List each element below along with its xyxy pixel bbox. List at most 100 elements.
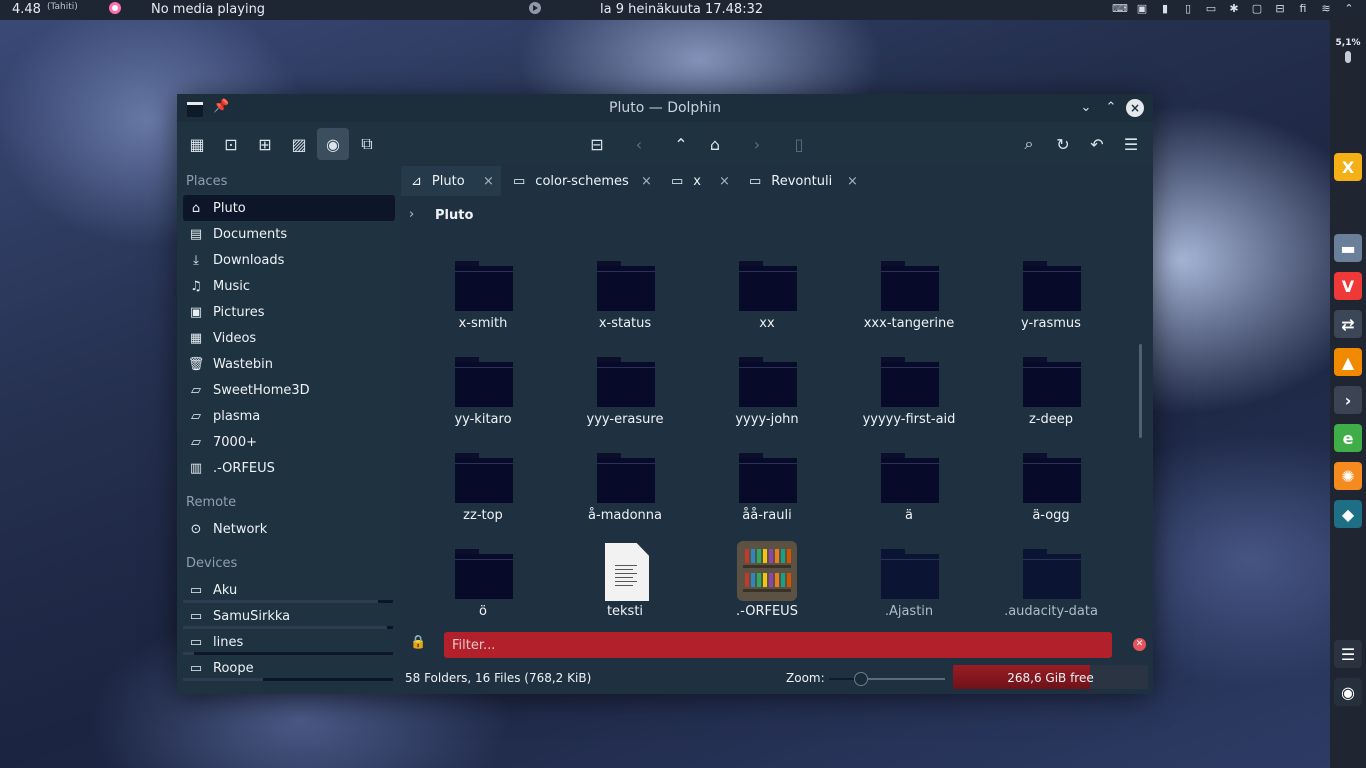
tab-close-icon[interactable]: × [847,174,858,189]
tab-4[interactable]: ▭ Revontuli × [739,166,865,196]
place-item[interactable]: ▥ .-ORFEUS [183,455,395,481]
file-item[interactable]: teksti [560,543,690,641]
free-space-bar[interactable]: 268,6 GiB free [953,665,1148,689]
breadcrumb-chevron-icon[interactable]: › [409,207,414,222]
new-window-icon[interactable]: ⊞ [249,128,281,160]
dock-dolphin-icon[interactable]: ▬ [1334,234,1362,262]
view-mode-icon[interactable]: ▦ [181,128,213,160]
dock-orange-icon[interactable]: ✺ [1334,462,1362,490]
new-tab-icon[interactable]: ⧉ [351,128,383,160]
dock-x-app-icon[interactable]: X [1334,153,1362,181]
maximize-button[interactable]: ⌃ [1102,99,1120,117]
keyboard-layout-icon[interactable]: ⌨ [1112,2,1128,15]
tab-1[interactable]: ⊿ Pluto × [401,166,501,196]
tab-close-icon[interactable]: × [719,174,730,189]
close-button[interactable]: × [1126,99,1144,117]
play-icon[interactable] [529,2,541,14]
dock-konsole-icon[interactable]: › [1334,386,1362,414]
file-item[interactable]: å-madonna [560,453,690,545]
tab-close-icon[interactable]: × [641,174,652,189]
place-item[interactable]: ⤓ Downloads [183,247,395,273]
lock-icon[interactable]: 🔒 [410,635,426,650]
image-icon[interactable]: ▨ [283,128,315,160]
place-item[interactable]: ▱ plasma [183,403,395,429]
file-item[interactable]: z-deep [986,357,1116,449]
file-item[interactable]: .-ORFEUS [702,541,832,641]
place-network[interactable]: ⊙ Network [183,516,395,542]
filter-input[interactable] [444,632,1112,658]
lock-icon[interactable]: ▢ [1250,2,1264,15]
file-item[interactable]: åå-rauli [702,453,832,545]
search-icon[interactable]: ⌕ [1013,128,1045,160]
reload-icon[interactable]: ↻ [1047,128,1079,160]
display-icon[interactable]: ▭ [1204,2,1218,15]
split-view-icon[interactable]: ⊟ [581,128,613,160]
place-item[interactable]: ⌂ Pluto [183,195,395,221]
forward-icon[interactable]: › [741,128,773,160]
titlebar[interactable]: 📌 Pluto — Dolphin ⌄ ⌃ × [177,94,1153,122]
file-item[interactable]: ä-ogg [986,453,1116,545]
file-item[interactable]: .audacity-data [986,549,1116,641]
tab-3[interactable]: ▭ x × [661,166,737,196]
dock-kde-e-icon[interactable]: e [1334,424,1362,452]
file-item[interactable]: yy-kitaro [418,357,548,449]
cpu-monitor[interactable]: 5,1% [1332,30,1364,70]
dock-clock-icon[interactable]: ◉ [1334,678,1362,706]
file-item[interactable]: xxx-tangerine [844,261,974,353]
file-item[interactable]: yyyy-john [702,357,832,449]
place-item[interactable]: ▦ Videos [183,325,395,351]
file-item[interactable]: yyy-erasure [560,357,690,449]
terminal-icon[interactable]: ⊡ [215,128,247,160]
zoom-slider[interactable] [829,672,945,686]
breadcrumb-item[interactable]: Pluto [435,208,473,223]
place-item[interactable]: ▣ Pictures [183,299,395,325]
menu-icon[interactable]: ☰ [1115,128,1147,160]
place-item[interactable]: ▱ SweetHome3D [183,377,395,403]
file-name: xxx-tangerine [863,316,955,331]
file-item[interactable]: x-status [560,261,690,353]
zoom-slider-handle[interactable] [854,672,869,686]
file-item[interactable]: zz-top [418,453,548,545]
file-item[interactable]: y-rasmus [986,261,1116,353]
dock-mixer-icon[interactable]: ⇄ [1334,310,1362,338]
folder-body [597,362,655,407]
clipboard-icon[interactable]: ▣ [1135,2,1149,15]
finnish-input-icon[interactable]: fi [1296,2,1310,15]
place-item[interactable]: ▤ Documents [183,221,395,247]
preview-eye-icon[interactable]: ◉ [317,128,349,160]
place-item[interactable]: ▱ 7000+ [183,429,395,455]
file-item[interactable]: x-smith [418,261,548,353]
wifi-icon[interactable]: ≋ [1319,2,1333,15]
dock-notes-icon[interactable]: ☰ [1334,640,1362,668]
kdeconnect-icon[interactable]: ▯ [1181,2,1195,15]
expand-tray-icon[interactable]: ⌃ [1342,2,1356,15]
file-item[interactable]: ö [418,549,548,641]
tab-close-icon[interactable]: × [483,174,494,189]
battery-icon[interactable]: ▮ [1158,2,1172,15]
back-icon[interactable]: ‹ [623,128,655,160]
scrollbar[interactable] [1139,344,1142,438]
power-icon[interactable]: ⊟ [1273,2,1287,15]
file-item[interactable]: .Ajastin [844,549,974,641]
undo-icon[interactable]: ↶ [1081,128,1113,160]
up-icon[interactable]: ⌃ [665,128,697,160]
file-item[interactable]: yyyyy-first-aid [844,357,974,449]
dock-vlc-icon[interactable]: ▲ [1334,348,1362,376]
secondary-clock[interactable]: 4.48 [12,2,41,17]
clear-filter-icon[interactable]: ✕ [1133,638,1146,651]
media-status[interactable]: No media playing [151,2,265,17]
place-item[interactable]: 🗑 Wastebin [183,351,395,377]
tab-2[interactable]: ▭ color-schemes × [503,166,659,196]
home-icon[interactable]: ⌂ [699,128,731,160]
main-clock[interactable]: la 9 heinäkuuta 17.48:32 [600,2,763,17]
bluetooth-icon[interactable]: ✱ [1227,2,1241,15]
place-item[interactable]: ♫ Music [183,273,395,299]
trash-icon[interactable]: ▯ [783,128,815,160]
media-player-icon[interactable] [109,2,121,14]
dock-krita-icon[interactable]: ◆ [1334,500,1362,528]
dock-vivaldi-icon[interactable]: V [1334,272,1362,300]
minimize-button[interactable]: ⌄ [1077,99,1095,117]
documents-icon: ▤ [189,226,203,242]
file-item[interactable]: xx [702,261,832,353]
file-item[interactable]: ä [844,453,974,545]
